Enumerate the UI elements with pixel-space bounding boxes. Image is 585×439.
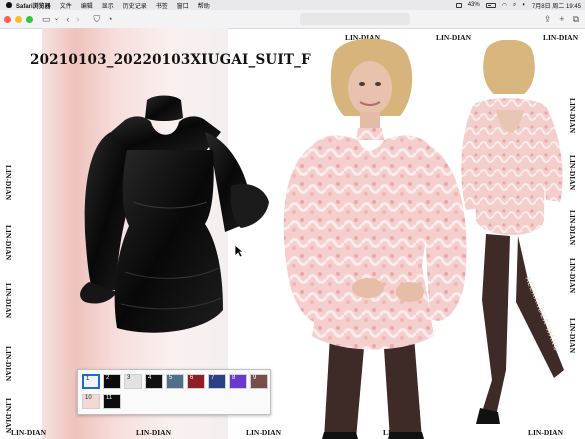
battery-percentage: 43% <box>467 2 480 8</box>
share-icon[interactable]: ⇪ <box>544 14 552 25</box>
watermark: LIN-DIAN <box>4 283 13 319</box>
swatch-4[interactable]: 4 <box>145 374 163 389</box>
back-icon[interactable]: ‹ <box>66 10 69 28</box>
toolbar-actions: ⇪ + ⧉ <box>544 10 579 28</box>
sidebar-chevron-icon[interactable]: ⌄ <box>54 10 60 28</box>
control-center-icon[interactable]: ◐ <box>522 2 526 8</box>
menu-item-edit[interactable]: 编辑 <box>81 1 93 10</box>
menu-item-file[interactable]: 文件 <box>60 1 72 10</box>
clock[interactable]: 7月8日 周二 19:45 <box>532 1 581 10</box>
wifi-icon[interactable]: ◠ <box>502 2 507 9</box>
swatch-11[interactable]: 11 <box>103 394 121 409</box>
swatch-label: 11 <box>106 395 113 401</box>
watermark: LIN-DIAN <box>4 346 13 382</box>
menu-item-safari[interactable]: Safari浏览器 <box>16 1 51 10</box>
close-window-button[interactable] <box>4 15 11 23</box>
swatch-label: 10 <box>85 395 92 401</box>
swatch-2[interactable]: 2 <box>103 374 121 389</box>
tab-overview-icon[interactable]: ⧉ <box>573 14 579 25</box>
menu-item-help[interactable]: 帮助 <box>198 1 210 10</box>
watermark: LIN-DIAN <box>136 428 172 437</box>
watermark: LIN-DIAN <box>4 165 13 201</box>
search-icon[interactable]: ⌕ <box>513 2 516 9</box>
address-bar[interactable] <box>300 13 410 25</box>
menu-item-history[interactable]: 历史记录 <box>123 1 147 10</box>
swatch-label: 3 <box>127 375 131 381</box>
status-area: 43% ◠ ⌕ ◐ 7月8日 周二 19:45 <box>455 0 581 10</box>
screen-mirroring-icon[interactable] <box>455 2 462 8</box>
menu-item-window[interactable]: 窗口 <box>177 1 189 10</box>
color-swatch-palette: 1 2 3 4 5 6 7 8 9 10 11 <box>77 369 271 415</box>
swatch-5[interactable]: 5 <box>166 374 184 389</box>
swatch-label: 4 <box>148 375 152 381</box>
minimize-window-button[interactable] <box>15 15 22 23</box>
watermark: LIN-DIAN <box>11 428 47 437</box>
swatch-1[interactable]: 1 <box>82 374 100 389</box>
swatch-10[interactable]: 10 <box>82 394 100 409</box>
menu-bar: Safari浏览器 文件 编辑 显示 历史记录 书签 窗口 帮助 43% ◠ ⌕… <box>0 0 585 10</box>
forward-icon[interactable]: › <box>76 10 79 28</box>
swatch-label: 8 <box>232 375 236 381</box>
swatch-label: 5 <box>169 375 173 381</box>
menu-item-bookmarks[interactable]: 书签 <box>156 1 168 10</box>
shield-icon[interactable]: ⛉ <box>93 10 100 28</box>
apple-menu-icon[interactable] <box>6 2 12 8</box>
watermark: LIN-DIAN <box>4 225 13 261</box>
swatch-7[interactable]: 7 <box>208 374 226 389</box>
product-title: 20210103_20220103XIUGAI_SUIT_F <box>30 52 311 68</box>
swatch-label: 9 <box>253 375 257 381</box>
menu-item-view[interactable]: 显示 <box>102 1 114 10</box>
swatch-label: 7 <box>211 375 215 381</box>
black-dress-image <box>80 95 269 333</box>
sidebar-icon[interactable]: ▭ <box>42 10 51 28</box>
new-tab-icon[interactable]: + <box>559 14 564 24</box>
zoom-window-button[interactable] <box>26 15 33 23</box>
browser-toolbar: ▭ ⌄ ‹ › ⛉ ◔ ⇪ + ⧉ <box>0 10 585 29</box>
mouse-pointer-icon <box>234 244 244 258</box>
swatch-3[interactable]: 3 <box>124 374 142 389</box>
swatch-label: 1 <box>86 376 90 382</box>
swatch-9[interactable]: 9 <box>250 374 268 389</box>
privacy-report-icon[interactable]: ◔ <box>107 10 112 28</box>
swatch-6[interactable]: 6 <box>187 374 205 389</box>
model-back-image <box>461 40 564 424</box>
battery-icon[interactable] <box>485 2 496 8</box>
swatch-label: 2 <box>106 375 110 381</box>
swatch-8[interactable]: 8 <box>229 374 247 389</box>
swatch-label: 6 <box>190 375 194 381</box>
